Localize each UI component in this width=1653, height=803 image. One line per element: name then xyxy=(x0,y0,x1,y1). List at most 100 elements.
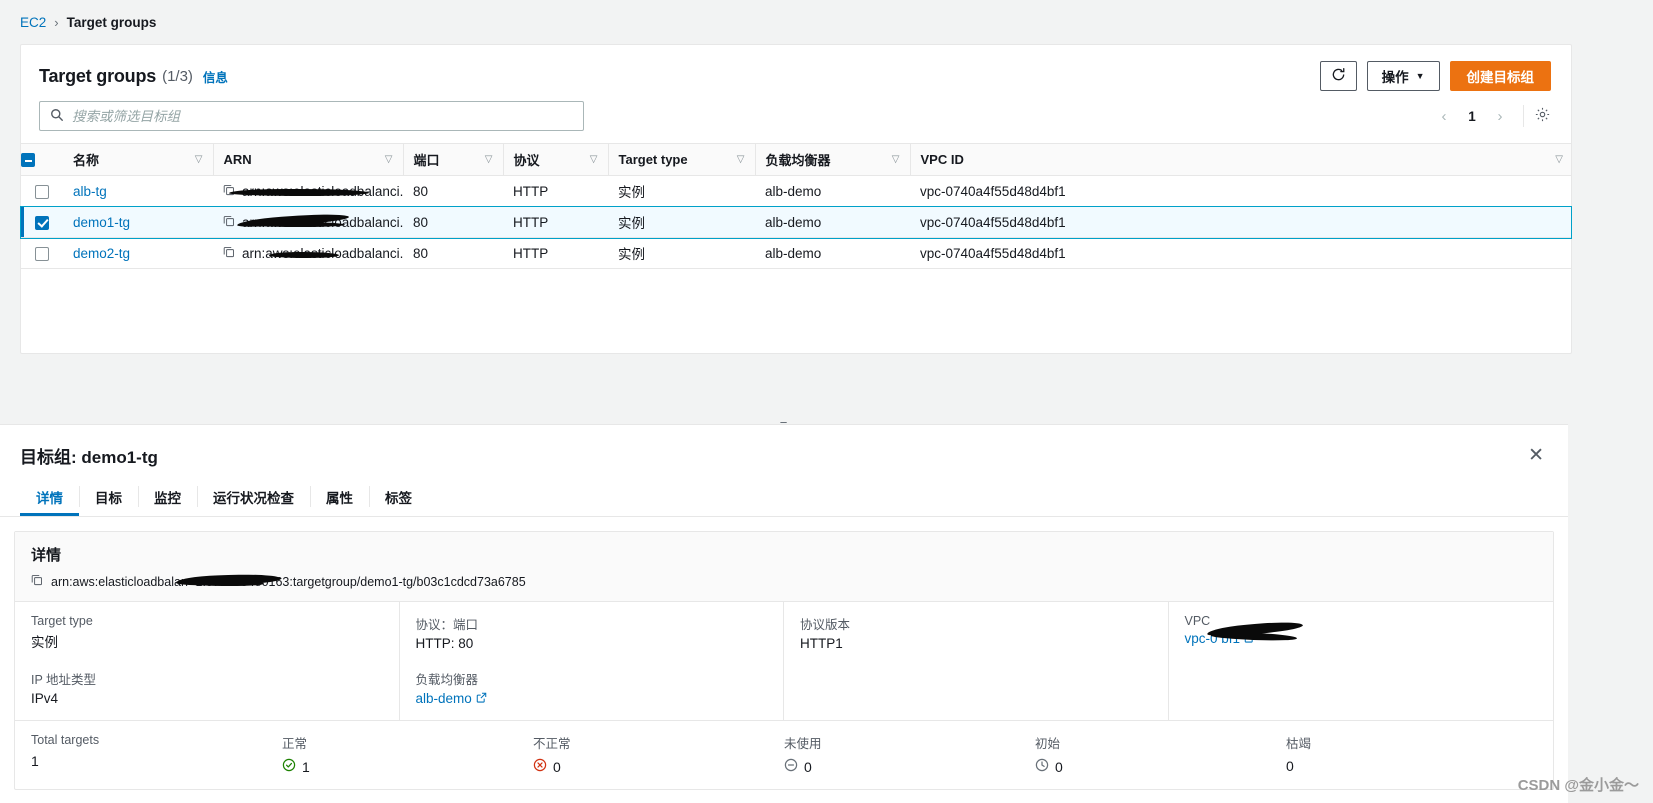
tab-label: 详情 xyxy=(36,490,63,506)
stat-label: Total targets xyxy=(31,733,100,747)
cell-protocol: HTTP xyxy=(503,175,608,207)
column-header-load-balancer[interactable]: 负载均衡器 ▽ xyxy=(754,143,910,176)
copy-icon[interactable] xyxy=(223,246,235,261)
target-group-link[interactable]: demo1-tg xyxy=(73,215,130,230)
table-row[interactable]: alb-tg arn:aws:elasticloadbalanci... 80 … xyxy=(21,175,1571,207)
column-header-vpc-id[interactable]: VPC ID ▽ xyxy=(909,143,1571,176)
load-balancer-link-label: alb-demo xyxy=(415,691,472,706)
sort-icon[interactable]: ▽ xyxy=(729,154,745,165)
search-box[interactable] xyxy=(39,101,584,131)
column-label: 协议 xyxy=(513,153,540,168)
cell-protocol: HTTP xyxy=(503,206,608,238)
column-header-target-type[interactable]: Target type ▽ xyxy=(607,143,755,176)
cell-port: 80 xyxy=(403,175,503,207)
cell-protocol: HTTP xyxy=(503,237,608,269)
sort-icon[interactable]: ▽ xyxy=(1547,154,1563,165)
tab-targets[interactable]: 目标 xyxy=(79,477,138,516)
stat-value: 0 xyxy=(1055,758,1063,775)
selection-count: (1/3) xyxy=(162,67,193,85)
pagination-page-1[interactable]: 1 xyxy=(1459,103,1485,129)
copy-icon[interactable] xyxy=(223,184,235,199)
stat-label: 枯竭 xyxy=(1286,737,1312,751)
tab-monitoring[interactable]: 监控 xyxy=(138,477,197,516)
stat-label: 不正常 xyxy=(533,737,571,751)
cell-vpc-id: vpc-0740a4f55d48d4bf1 xyxy=(910,206,1571,238)
target-groups-card: Target groups (1/3) 信息 操作 ▼ 创建目标组 搜索或筛选目… xyxy=(20,44,1572,354)
vpc-link[interactable]: vpc-0 bf1 xyxy=(1185,619,1303,646)
row-select-cell xyxy=(21,237,63,269)
row-checkbox[interactable] xyxy=(35,184,49,199)
pagination: ‹ 1 › xyxy=(1431,103,1553,129)
vpc-value: vpc-0 bf1 xyxy=(1185,619,1538,646)
breadcrumb-link-ec2[interactable]: EC2 xyxy=(20,15,46,30)
close-icon[interactable]: ✕ xyxy=(1522,444,1550,467)
column-header-arn[interactable]: ARN ▽ xyxy=(212,143,403,176)
info-link[interactable]: 信息 xyxy=(203,67,228,86)
load-balancer-link[interactable]: alb-demo xyxy=(416,691,487,706)
table-row[interactable]: demo2-tg arn:aws:elasticloadbalanci... 8… xyxy=(21,237,1571,269)
tab-label: 属性 xyxy=(326,490,353,506)
search-input[interactable] xyxy=(72,108,573,124)
error-circle-icon xyxy=(533,758,547,775)
row-checkbox[interactable] xyxy=(35,246,49,261)
table-row[interactable]: demo1-tg arn:aws:elasticloadbalanci... 8… xyxy=(20,205,1572,239)
details-arn-row: arn:aws:elasticloadbalan -1:578298480163… xyxy=(31,573,1537,589)
refresh-icon xyxy=(1331,67,1346,85)
cell-name: demo1-tg xyxy=(63,206,213,238)
column-header-protocol[interactable]: 协议 ▽ xyxy=(502,143,608,176)
copy-icon[interactable] xyxy=(31,574,43,589)
cell-load-balancer: alb-demo xyxy=(755,206,910,238)
tab-details[interactable]: 详情 xyxy=(20,477,79,516)
target-type-label: Target type xyxy=(31,614,93,628)
detail-header: 目标组: demo1-tg ✕ xyxy=(0,425,1568,469)
table-header-row: 名称 ▽ ARN ▽ 端口 ▽ 协议 ▽ Target type ▽ 负载均衡器… xyxy=(21,143,1571,176)
stat-unused: 未使用 0 xyxy=(784,733,1035,775)
tab-attributes[interactable]: 属性 xyxy=(310,477,369,516)
stat-value: 1 xyxy=(31,753,39,769)
sort-icon[interactable]: ▽ xyxy=(377,154,393,165)
actions-button[interactable]: 操作 ▼ xyxy=(1366,61,1440,91)
ip-address-type-value: IPv4 xyxy=(31,691,59,706)
arn-text: arn:aws:elasticloadbalanci... xyxy=(242,245,403,261)
stat-label: 正常 xyxy=(282,737,308,751)
stat-value-wrap: 0 xyxy=(1286,758,1537,774)
row-checkbox[interactable] xyxy=(35,215,49,230)
select-all-checkbox[interactable] xyxy=(21,153,35,168)
sort-icon[interactable]: ▽ xyxy=(477,154,493,165)
details-column-3: 协议版本 HTTP1 xyxy=(784,602,1169,720)
ip-address-type-label: IP 地址类型 xyxy=(31,673,97,687)
pagination-next-button[interactable]: › xyxy=(1487,103,1513,129)
cell-load-balancer: alb-demo xyxy=(755,237,910,269)
copy-icon[interactable] xyxy=(223,215,235,230)
pagination-prev-button[interactable]: ‹ xyxy=(1431,103,1457,129)
chevron-down-icon: ▼ xyxy=(1415,70,1425,81)
column-header-name[interactable]: 名称 ▽ xyxy=(63,143,213,176)
column-label: ARN xyxy=(223,152,252,167)
stat-value: 0 xyxy=(1286,758,1294,774)
cell-arn: arn:aws:elasticloadbalanci... xyxy=(213,206,403,238)
sort-icon[interactable]: ▽ xyxy=(582,154,598,165)
cell-target-type: 实例 xyxy=(608,206,755,238)
protocol-port-label: 协议：端口 xyxy=(415,618,479,632)
tab-tags[interactable]: 标签 xyxy=(369,477,428,516)
stat-value: 1 xyxy=(302,758,310,775)
sort-icon[interactable]: ▽ xyxy=(884,154,900,165)
table-settings-button[interactable] xyxy=(1534,106,1551,126)
detail-tabs: 详情 目标 监控 运行状况检查 属性 标签 xyxy=(0,477,1568,517)
cell-name: alb-tg xyxy=(63,175,213,207)
details-card-header: 详情 arn:aws:elasticloadbalan -1:578298480… xyxy=(15,532,1553,602)
sort-icon[interactable]: ▽ xyxy=(187,154,203,165)
column-label: 端口 xyxy=(413,153,440,168)
target-group-link[interactable]: alb-tg xyxy=(73,184,107,199)
page-title: Target groups xyxy=(39,65,157,86)
tab-label: 目标 xyxy=(95,490,122,506)
breadcrumb-current: Target groups xyxy=(66,14,157,30)
create-target-group-button[interactable]: 创建目标组 xyxy=(1449,61,1551,91)
refresh-button[interactable] xyxy=(1319,61,1357,91)
details-column-2: 协议：端口 HTTP: 80 负载均衡器 alb-demo xyxy=(400,602,784,720)
cell-load-balancer: alb-demo xyxy=(755,175,910,207)
arn-text: arn:aws:elasticloadbalanci... xyxy=(242,183,403,199)
target-group-link[interactable]: demo2-tg xyxy=(73,246,130,261)
tab-health-checks[interactable]: 运行状况检查 xyxy=(197,477,310,516)
column-header-port[interactable]: 端口 ▽ xyxy=(402,143,503,176)
